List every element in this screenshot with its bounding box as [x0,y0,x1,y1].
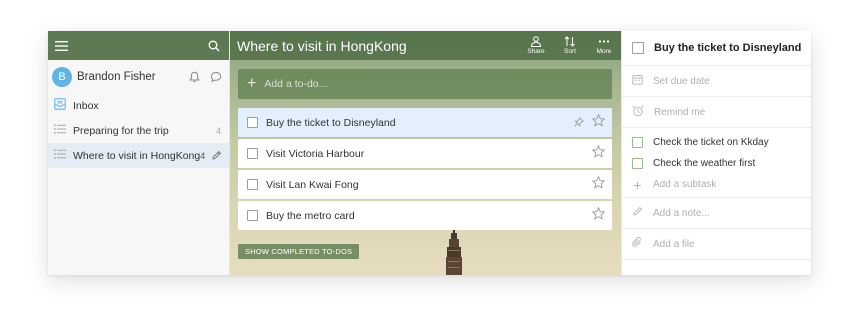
sort-icon [564,36,575,47]
sort-button[interactable]: Sort [553,36,587,55]
sidebar: B Brandon Fisher Inbox Preparing for the… [48,31,230,275]
plus-icon: + [247,75,257,92]
hamburger-menu-icon[interactable] [55,40,68,51]
avatar[interactable]: B [52,67,72,87]
list-icon [54,149,66,162]
add-todo-input[interactable] [264,78,585,90]
sidebar-item-inbox[interactable]: Inbox [48,93,229,118]
subtask-label[interactable]: Check the weather first [653,158,755,169]
subtask-label[interactable]: Check the ticket on Kkday [653,137,769,148]
detail-title[interactable]: Buy the ticket to Disneyland [654,42,801,54]
task-title[interactable]: Buy the ticket to Disneyland [266,117,574,129]
sidebar-item-label: Where to visit in HongKong [73,149,201,162]
share-icon [530,36,542,47]
pin-icon[interactable] [574,114,585,132]
alarm-clock-icon [632,105,644,120]
remind-row[interactable]: Remind me [622,97,811,128]
sidebar-item-count: 4 [215,125,221,136]
due-date-label: Set due date [653,75,710,87]
more-button[interactable]: More [587,36,621,55]
task-detail-panel: Buy the ticket to Disneyland Set due dat… [621,31,811,275]
task-list: Buy the ticket to Disneyland Visit Victo… [238,108,612,232]
detail-title-row: Buy the ticket to Disneyland [622,31,811,66]
task-row[interactable]: Visit Lan Kwai Fong [238,170,612,199]
more-label: More [596,48,612,55]
paperclip-icon [632,237,643,251]
list-header: Where to visit in HongKong Share Sort Mo… [230,31,621,60]
sidebar-item-preparing-trip[interactable]: Preparing for the trip 4 [48,118,229,143]
app-window: B Brandon Fisher Inbox Preparing for the… [48,31,811,275]
user-row[interactable]: B Brandon Fisher [48,61,229,93]
more-dots-icon [598,40,610,43]
tower-background-image [446,227,462,275]
task-checkbox[interactable] [247,117,258,128]
task-checkbox[interactable] [247,210,258,221]
user-name[interactable]: Brandon Fisher [77,71,179,83]
sidebar-toolbar [48,31,229,60]
sidebar-item-label: Inbox [73,99,99,112]
subtask-item[interactable]: Check the ticket on Kkday [622,132,811,153]
sidebar-item-label: Preparing for the trip [73,124,169,137]
list-title: Where to visit in HongKong [237,37,407,54]
task-title[interactable]: Visit Lan Kwai Fong [266,179,592,191]
star-icon[interactable] [591,144,606,163]
subtask-checkbox[interactable] [632,158,643,169]
show-completed-button[interactable]: SHOW COMPLETED TO-DOS [238,244,360,259]
subtask-list: Check the ticket on Kkday Check the weat… [622,128,811,198]
sort-label: Sort [564,48,576,55]
detail-checkbox[interactable] [632,42,644,54]
inbox-icon [54,98,66,113]
bell-icon[interactable] [189,71,200,83]
task-row[interactable]: Buy the metro card [238,201,612,230]
remind-label: Remind me [654,106,706,118]
subtask-item[interactable]: Check the weather first [622,153,811,174]
task-checkbox[interactable] [247,148,258,159]
list-icon [54,124,66,137]
search-icon[interactable] [208,40,220,52]
task-list-pane: Where to visit in HongKong Share Sort Mo… [230,31,621,275]
calendar-icon [632,74,643,88]
share-label: Share [527,48,545,55]
note-row[interactable]: Add a note... [622,198,811,229]
file-row[interactable]: Add a file [622,229,811,260]
pencil-icon[interactable] [211,150,222,161]
share-button[interactable]: Share [519,36,553,55]
task-row[interactable]: Buy the ticket to Disneyland [238,108,612,137]
pencil-icon [632,206,643,220]
add-subtask-row[interactable]: + Add a subtask [622,174,811,195]
task-checkbox[interactable] [247,179,258,190]
task-row[interactable]: Visit Victoria Harbour [238,139,612,168]
star-icon[interactable] [591,113,606,132]
due-date-row[interactable]: Set due date [622,66,811,97]
sidebar-item-count: 4 [200,150,206,161]
add-file-label[interactable]: Add a file [653,239,695,250]
task-title[interactable]: Buy the metro card [266,210,592,222]
add-todo-bar[interactable]: + [238,69,612,99]
star-icon[interactable] [591,175,606,194]
task-title[interactable]: Visit Victoria Harbour [266,148,592,160]
sidebar-item-hongkong[interactable]: Where to visit in HongKong 4 [48,143,229,168]
comment-icon[interactable] [210,71,222,83]
plus-icon: + [633,176,642,193]
star-icon[interactable] [591,206,606,225]
add-subtask-label[interactable]: Add a subtask [653,179,716,190]
note-placeholder[interactable]: Add a note... [653,208,710,219]
subtask-checkbox[interactable] [632,137,643,148]
